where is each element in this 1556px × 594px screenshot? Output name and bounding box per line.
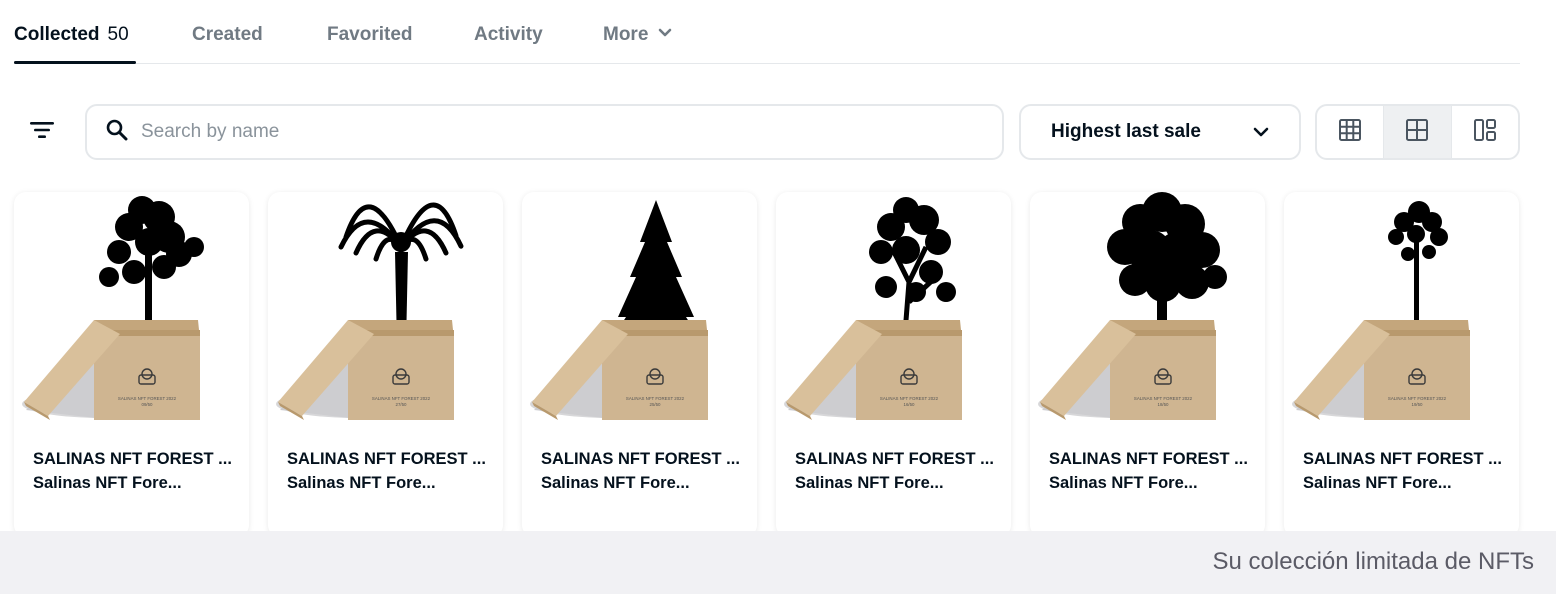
caption-text: Su colección limitada de NFTs: [1212, 548, 1534, 575]
sort-dropdown[interactable]: Highest last sale: [1019, 104, 1301, 160]
item-image: SALINAS NFT FOREST 202227/50: [276, 202, 464, 420]
caption-bar: Su colección limitada de NFTs: [0, 531, 1556, 594]
tab-activity[interactable]: Activity: [474, 24, 543, 46]
box-label: SALINAS NFT FOREST 2022: [118, 396, 177, 401]
tab-favorited-label: Favorited: [327, 24, 413, 45]
tab-created[interactable]: Created: [192, 24, 263, 46]
item-collection: Salinas NFT Fore...: [1303, 474, 1452, 492]
item-card[interactable]: SALINAS NFT FOREST 2022 27/50 SALINAS NFT…: [268, 192, 503, 537]
item-collection: Salinas NFT Fore...: [795, 474, 944, 492]
profile-tabs: Collected 50 Created Favorited Activity M…: [14, 0, 1520, 64]
item-title: SALINAS NFT FOREST ...: [1303, 450, 1502, 468]
chevron-down-icon: [1253, 121, 1269, 143]
item-title: SALINAS NFT FOREST ...: [1049, 450, 1248, 468]
item-image: SALINAS NFT FOREST 202219/50: [1292, 201, 1470, 420]
box-label: SALINAS NFT FOREST 2022: [1388, 396, 1447, 401]
search-bar: [85, 104, 1004, 160]
item-image: SALINAS NFT FOREST 202218/50: [1038, 192, 1227, 420]
item-title: SALINAS NFT FOREST ...: [33, 450, 232, 468]
item-collection: Salinas NFT Fore...: [287, 474, 436, 492]
search-input[interactable]: [141, 121, 961, 143]
filter-toggle-button[interactable]: [22, 112, 62, 152]
item-card[interactable]: SALINAS NFT FOREST 2022 19/50 SALINAS NFT…: [1284, 192, 1519, 537]
view-small-grid-button[interactable]: [1317, 106, 1383, 158]
item-image: SALINAS NFT FOREST 202216/50: [784, 197, 962, 420]
grid-masonry-icon: [1473, 118, 1497, 147]
item-card[interactable]: SALINAS NFT FOREST 2022 16/50 SALINAS NFT…: [776, 192, 1011, 537]
box-number: 19/50: [1412, 402, 1424, 407]
chevron-down-icon: [658, 22, 672, 44]
view-mode-toggle: [1315, 104, 1520, 160]
box-number: 16/50: [904, 402, 916, 407]
box-number: 09/50: [142, 402, 154, 407]
tab-favorited[interactable]: Favorited: [327, 24, 413, 46]
tab-created-label: Created: [192, 24, 263, 45]
tab-collected-count: 50: [107, 24, 129, 45]
view-masonry-button[interactable]: [1450, 106, 1518, 158]
tab-collected-label: Collected: [14, 24, 100, 45]
tab-more[interactable]: More: [603, 24, 672, 46]
item-collection: Salinas NFT Fore...: [33, 474, 182, 492]
sort-selected-label: Highest last sale: [1051, 121, 1201, 142]
item-collection: Salinas NFT Fore...: [541, 474, 690, 492]
item-card[interactable]: SALINAS NFT FOREST 2022 18/50 SALINAS NFT…: [1030, 192, 1265, 537]
item-collection: Salinas NFT Fore...: [1049, 474, 1198, 492]
box-label: SALINAS NFT FOREST 2022: [372, 396, 431, 401]
box-number: 18/50: [1158, 402, 1170, 407]
tab-activity-label: Activity: [474, 24, 543, 45]
search-icon: [105, 118, 129, 147]
item-image: SALINAS NFT FOREST 202225/50: [530, 200, 708, 420]
grid-small-icon: [1338, 118, 1362, 147]
item-image: SALINAS NFT FOREST 202209/50: [22, 196, 204, 420]
item-card[interactable]: SALINAS NFT FOREST 2022 25/50 SALINAS NFT…: [522, 192, 757, 537]
tab-collected[interactable]: Collected 50: [14, 24, 129, 46]
grid-large-icon: [1405, 118, 1429, 147]
filter-icon: [29, 120, 55, 145]
box-label: SALINAS NFT FOREST 2022: [626, 396, 685, 401]
item-title: SALINAS NFT FOREST ...: [541, 450, 740, 468]
tab-more-label: More: [603, 24, 649, 45]
box-number: 25/50: [650, 402, 662, 407]
item-title: SALINAS NFT FOREST ...: [795, 450, 994, 468]
box-label: SALINAS NFT FOREST 2022: [880, 396, 939, 401]
item-title: SALINAS NFT FOREST ...: [287, 450, 486, 468]
box-number: 27/50: [396, 402, 408, 407]
view-large-grid-button[interactable]: [1383, 106, 1451, 158]
item-card[interactable]: SALINAS NFT FOREST 2022 09/50 SALINAS NFT…: [14, 192, 249, 537]
box-label: SALINAS NFT FOREST 2022: [1134, 396, 1193, 401]
active-tab-indicator: [14, 61, 136, 64]
